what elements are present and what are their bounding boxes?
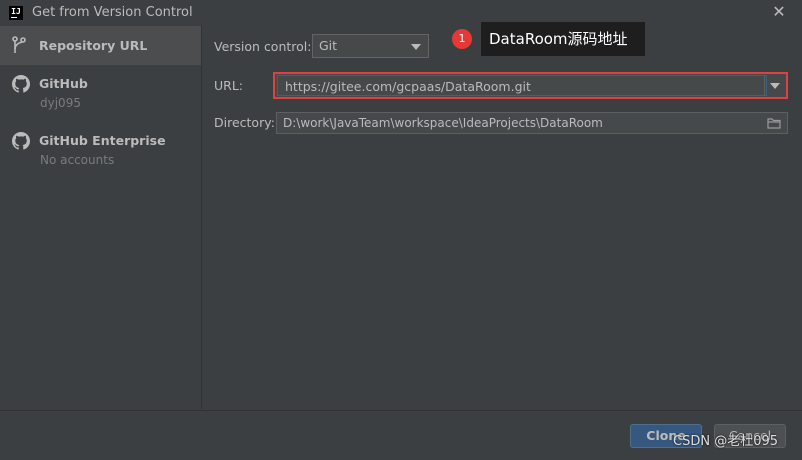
- sidebar: Repository URL GitHub dyj095 GitHub Ente…: [0, 25, 202, 409]
- annotation-badge: 1: [452, 29, 472, 49]
- version-control-label: Version control:: [214, 39, 312, 54]
- sidebar-item-label: GitHub: [39, 76, 88, 91]
- csdn-watermark: CSDN @老杜095: [673, 434, 779, 449]
- sidebar-item-label: GitHub Enterprise: [39, 133, 166, 148]
- github-icon: [12, 75, 30, 93]
- annotation-callout: DataRoom源码地址: [481, 22, 645, 56]
- version-control-select[interactable]: Git: [312, 34, 429, 58]
- directory-input[interactable]: D:\work\JavaTeam\workspace\IdeaProjects\…: [276, 112, 788, 134]
- github-account-name: dyj095: [40, 96, 81, 110]
- folder-icon[interactable]: [767, 117, 782, 129]
- sidebar-item-label: Repository URL: [39, 38, 148, 53]
- close-icon[interactable]: ✕: [770, 3, 788, 21]
- window-title: Get from Version Control: [32, 5, 193, 20]
- directory-label: Directory:: [214, 115, 275, 130]
- directory-value: D:\work\JavaTeam\workspace\IdeaProjects\…: [283, 116, 603, 130]
- github-enterprise-icon: [12, 132, 30, 150]
- github-enterprise-status: No accounts: [40, 153, 115, 167]
- url-history-dropdown[interactable]: [764, 75, 785, 96]
- chevron-down-icon: [411, 44, 421, 50]
- url-label: URL:: [214, 78, 244, 93]
- title-bar: IJ Get from Version Control ✕: [0, 0, 802, 25]
- branch-icon: [12, 36, 26, 53]
- url-input-focus-ring: https://gitee.com/gcpaas/DataRoom.git: [277, 75, 767, 96]
- version-control-value: Git: [319, 38, 338, 53]
- sidebar-item-repository-url[interactable]: Repository URL: [0, 26, 201, 65]
- url-input[interactable]: https://gitee.com/gcpaas/DataRoom.git: [273, 72, 788, 99]
- sidebar-item-github[interactable]: GitHub dyj095: [0, 71, 201, 117]
- sidebar-item-github-enterprise[interactable]: GitHub Enterprise No accounts: [0, 127, 201, 173]
- chevron-down-icon: [770, 83, 780, 89]
- intellij-logo-icon: IJ: [9, 5, 23, 20]
- url-value: https://gitee.com/gcpaas/DataRoom.git: [285, 79, 531, 94]
